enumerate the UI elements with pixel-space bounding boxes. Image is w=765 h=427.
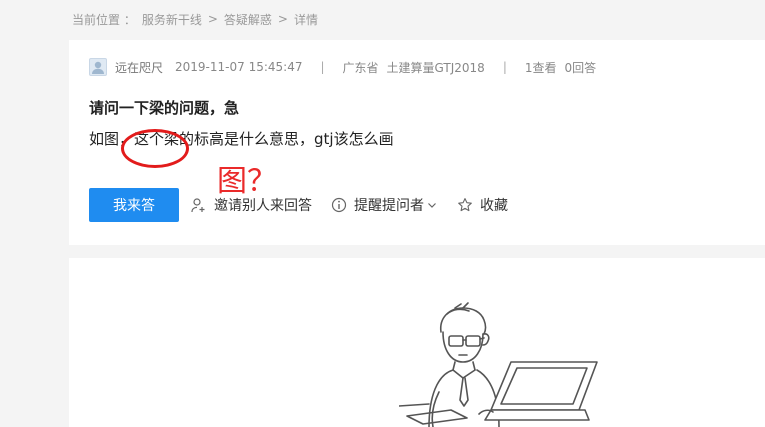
meta-divider: | <box>502 60 507 74</box>
question-time: 2019-11-07 15:45:47 <box>175 60 303 74</box>
invite-label: 邀请别人来回答 <box>214 198 312 214</box>
breadcrumb-item-service[interactable]: 服务新干线 <box>142 11 202 28</box>
question-meta: 远在咫尺 2019-11-07 15:45:47 | 广东省 土建算量GTJ20… <box>89 57 596 77</box>
chevron-down-icon <box>426 199 438 211</box>
favorite-label: 收藏 <box>480 198 508 214</box>
avatar[interactable] <box>89 58 107 76</box>
answers-empty-card <box>69 258 765 427</box>
question-title: 请问一下梁的问题，急 <box>89 99 240 117</box>
user-plus-icon <box>190 196 208 214</box>
breadcrumb-item-qa[interactable]: 答疑解惑 <box>224 11 272 28</box>
star-icon <box>456 196 474 214</box>
meta-divider: | <box>320 60 325 74</box>
breadcrumb-item-detail: 详情 <box>293 12 318 27</box>
question-views: 1查看 <box>524 60 557 75</box>
question-province: 广东省 <box>342 60 379 75</box>
favorite-button[interactable]: 收藏 <box>456 195 508 215</box>
question-answers: 0回答 <box>564 60 597 75</box>
info-circle-icon <box>330 196 348 214</box>
answer-button[interactable]: 我来答 <box>89 188 179 222</box>
question-actions: 我来答 邀请别人来回答 提醒提问者 收藏 <box>89 188 526 222</box>
invite-answer-link[interactable]: 邀请别人来回答 <box>190 195 312 215</box>
question-card: 远在咫尺 2019-11-07 15:45:47 | 广东省 土建算量GTJ20… <box>69 40 765 245</box>
breadcrumb-label: 当前位置 ： <box>72 12 136 27</box>
person-laptop-illustration <box>399 302 598 427</box>
user-avatar-icon <box>92 61 104 74</box>
remind-asker-dropdown[interactable]: 提醒提问者 <box>330 195 438 215</box>
remind-label: 提醒提问者 <box>354 198 424 214</box>
breadcrumb-separator: > <box>277 12 288 26</box>
question-content: 如图，这个梁的标高是什么意思，gtj该怎么画 <box>89 130 394 148</box>
breadcrumb-separator: > <box>207 12 218 26</box>
question-author[interactable]: 远在咫尺 <box>115 59 163 76</box>
breadcrumb: 当前位置 ： 服务新干线 > 答疑解惑 > 详情 <box>72 11 318 27</box>
question-topic: 土建算量GTJ2018 <box>386 60 485 75</box>
